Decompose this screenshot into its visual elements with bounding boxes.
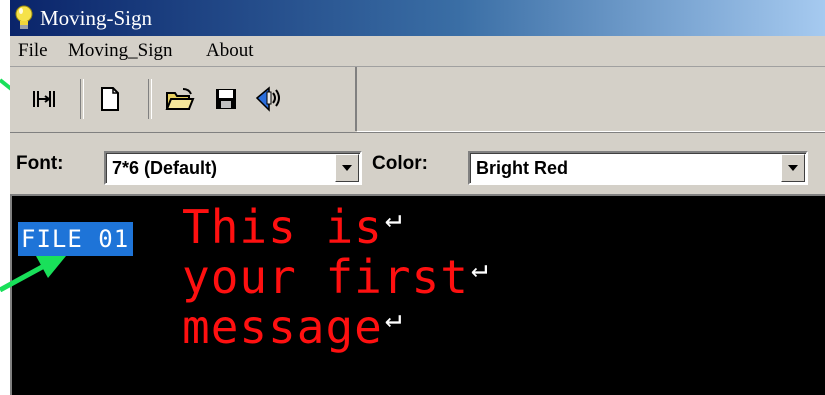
callout-arrow-file <box>0 256 66 292</box>
chevron-down-icon <box>342 165 352 171</box>
menu-bar: File Moving_Sign About <box>10 36 825 67</box>
open-folder-icon <box>165 88 195 110</box>
font-select[interactable]: 7*6 (Default) <box>104 151 362 185</box>
toolbar <box>10 67 357 131</box>
message-line[interactable]: message↵ <box>182 300 403 359</box>
connect-icon <box>33 91 55 107</box>
message-line-text: your first <box>182 250 469 304</box>
message-line-text: message <box>182 300 383 354</box>
message-editor[interactable]: FILE 01 This is↵ your first↵ message↵ <box>10 194 825 395</box>
color-label: Color: <box>372 153 428 174</box>
transmit-button[interactable] <box>250 81 286 117</box>
new-button[interactable] <box>92 81 128 117</box>
toolbar-empty-area <box>357 67 825 132</box>
transmit-icon <box>255 86 280 112</box>
title-bar[interactable]: Moving-Sign <box>10 0 825 36</box>
new-document-icon <box>101 87 119 111</box>
save-disk-icon <box>216 89 236 109</box>
color-select-value: Bright Red <box>476 158 568 178</box>
window-title: Moving-Sign <box>40 6 153 30</box>
menu-about[interactable]: About <box>206 40 254 62</box>
lightbulb-icon <box>15 5 33 29</box>
return-icon: ↵ <box>470 251 489 284</box>
return-icon: ↵ <box>384 301 403 334</box>
color-dropdown-button[interactable] <box>781 154 805 182</box>
font-label: Font: <box>16 153 64 174</box>
format-bar: Font: 7*6 (Default) Color: Bright Red <box>10 132 825 193</box>
color-select[interactable]: Bright Red <box>468 151 808 185</box>
connect-button[interactable] <box>26 81 62 117</box>
menu-moving-sign[interactable]: Moving_Sign <box>68 40 173 62</box>
app-window: Moving-Sign File Moving_Sign About Font:… <box>10 0 825 395</box>
save-button[interactable] <box>208 81 244 117</box>
font-select-value: 7*6 (Default) <box>112 158 218 178</box>
font-dropdown-button[interactable] <box>335 154 359 182</box>
chevron-down-icon <box>788 165 798 171</box>
toolbar-separator <box>148 79 152 119</box>
open-button[interactable] <box>162 81 198 117</box>
message-line-text: This is <box>182 200 383 254</box>
file-label[interactable]: FILE 01 <box>18 222 134 256</box>
toolbar-separator <box>80 79 84 119</box>
return-icon: ↵ <box>384 201 403 234</box>
menu-file[interactable]: File <box>18 40 48 62</box>
